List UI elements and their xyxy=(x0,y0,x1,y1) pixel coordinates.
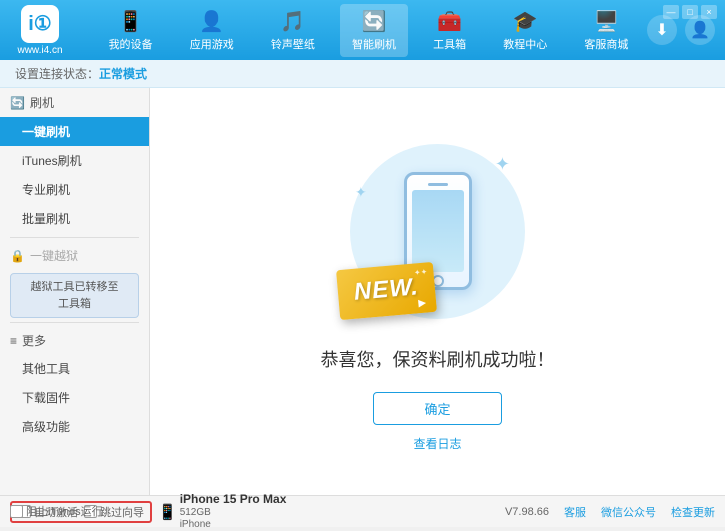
nav-tutorials[interactable]: 🎓 教程中心 xyxy=(491,4,559,57)
itunes-row: 阻止iTunes运行 xyxy=(10,503,103,519)
view-log-link[interactable]: 查看日志 xyxy=(413,435,461,452)
sidebar-toolbox-notice: 越狱工具已转移至工具箱 xyxy=(10,273,139,318)
device-name-label: iPhone 15 Pro Max xyxy=(180,492,287,506)
nav-service-icon: 🖥️ xyxy=(594,9,619,34)
more-section-label: 更多 xyxy=(22,332,46,349)
nav-service[interactable]: 🖥️ 客服商城 xyxy=(572,4,640,57)
sidebar-item-pro[interactable]: 专业刷机 xyxy=(0,175,149,204)
nav-tutorials-icon: 🎓 xyxy=(513,9,538,34)
device-type-label: iPhone xyxy=(180,519,287,531)
nav-apps-label: 应用游戏 xyxy=(190,36,234,52)
device-phone-icon: 📱 xyxy=(158,503,177,521)
nav-my-devices-icon: 📱 xyxy=(118,9,143,34)
nav-toolbox-icon: 🧰 xyxy=(437,9,462,34)
nav-my-devices[interactable]: 📱 我的设备 xyxy=(97,4,165,57)
phone-illustration: ✦ ✦ NEW. ✦✦ ▶ xyxy=(328,131,548,331)
nav-toolbox[interactable]: 🧰 工具箱 xyxy=(421,4,478,57)
logo: i① www.i4.cn xyxy=(10,5,70,56)
close-button[interactable]: × xyxy=(701,5,717,19)
nav-bar: 📱 我的设备 👤 应用游戏 🎵 铃声壁纸 🔄 智能刷机 🧰 工具箱 🎓 教程中心… xyxy=(90,4,647,57)
itunes-checkbox[interactable] xyxy=(10,505,23,518)
new-badge-text: NEW. xyxy=(352,273,419,307)
status-prefix: 设置连接状态： xyxy=(15,65,99,82)
nav-service-label: 客服商城 xyxy=(584,36,628,52)
new-badge-stars: ✦✦ xyxy=(413,267,427,277)
nav-apps-icon: 👤 xyxy=(199,9,224,34)
flash-section-icon: 🔄 xyxy=(10,96,25,110)
bottom-bar: 自动激活 跳过向导 📱 iPhone 15 Pro Max 512GB iPho… xyxy=(0,495,725,527)
nav-toolbox-label: 工具箱 xyxy=(433,36,466,52)
topbar-right-buttons: ⬇ 👤 xyxy=(647,15,715,45)
logo-text: www.i4.cn xyxy=(17,45,62,56)
sparkle-icon-2: ✦ xyxy=(355,184,367,201)
sidebar-item-download-firmware[interactable]: 下载固件 xyxy=(0,383,149,412)
download-button[interactable]: ⬇ xyxy=(647,15,677,45)
itunes-label: iTunes刷机 xyxy=(22,152,82,169)
maximize-button[interactable]: □ xyxy=(682,5,698,19)
nav-apps-games[interactable]: 👤 应用游戏 xyxy=(178,4,246,57)
device-storage-label: 512GB xyxy=(180,507,287,519)
sidebar-disabled-jailbreak: 🔒 一键越狱 xyxy=(0,242,149,269)
other-tools-label: 其他工具 xyxy=(22,360,70,377)
sidebar-item-other-tools[interactable]: 其他工具 xyxy=(0,354,149,383)
nav-smart-flash-label: 智能刷机 xyxy=(352,36,396,52)
nav-my-devices-label: 我的设备 xyxy=(109,36,153,52)
phone-speaker xyxy=(428,183,448,186)
customer-service-link[interactable]: 客服 xyxy=(564,504,586,520)
pro-label: 专业刷机 xyxy=(22,181,70,198)
check-update-link[interactable]: 检查更新 xyxy=(671,504,715,520)
more-section-icon: ≡ xyxy=(10,334,17,348)
advanced-label: 高级功能 xyxy=(22,418,70,435)
auto-guide-label: 跳过向导 xyxy=(100,504,144,520)
new-badge-arrow: ▶ xyxy=(417,298,426,310)
main-content: ✦ ✦ NEW. ✦✦ ▶ 恭喜您，保资料刷机成功啦！ 确定 查看日志 xyxy=(150,88,725,495)
bottom-right: V7.98.66 客服 微信公众号 检查更新 xyxy=(505,504,715,520)
nav-ringtones-label: 铃声壁纸 xyxy=(271,36,315,52)
jailbreak-label: 一键越狱 xyxy=(30,247,78,264)
sidebar: 🔄 刷机 一键刷机 iTunes刷机 专业刷机 批量刷机 🔒 一键越狱 越狱工具… xyxy=(0,88,150,495)
nav-smart-flash-icon: 🔄 xyxy=(362,9,387,34)
nav-ringtones[interactable]: 🎵 铃声壁纸 xyxy=(259,4,327,57)
wechat-link[interactable]: 微信公众号 xyxy=(601,504,656,520)
itunes-label: 阻止iTunes运行 xyxy=(26,503,103,519)
phone-screen xyxy=(412,190,464,272)
sidebar-section-flash: 🔄 刷机 xyxy=(0,88,149,117)
batch-label: 批量刷机 xyxy=(22,210,70,227)
nav-ringtones-icon: 🎵 xyxy=(280,9,305,34)
confirm-button[interactable]: 确定 xyxy=(373,392,501,425)
window-controls: — □ × xyxy=(663,5,717,19)
device-details: iPhone 15 Pro Max 512GB iPhone xyxy=(180,492,287,530)
sidebar-item-advanced[interactable]: 高级功能 xyxy=(0,412,149,441)
success-message: 恭喜您，保资料刷机成功啦！ xyxy=(321,346,555,372)
user-button[interactable]: 👤 xyxy=(685,15,715,45)
nav-tutorials-label: 教程中心 xyxy=(503,36,547,52)
download-firmware-label: 下载固件 xyxy=(22,389,70,406)
status-value: 正常模式 xyxy=(99,65,147,82)
jailbreak-icon: 🔒 xyxy=(10,249,25,263)
status-bar: 设置连接状态： 正常模式 xyxy=(0,60,725,88)
minimize-button[interactable]: — xyxy=(663,5,679,19)
nav-smart-flash[interactable]: 🔄 智能刷机 xyxy=(340,4,408,57)
version-label: V7.98.66 xyxy=(505,506,549,518)
sparkle-icon-1: ✦ xyxy=(495,154,510,175)
device-info-block: 📱 iPhone 15 Pro Max 512GB iPhone xyxy=(158,492,286,530)
one-click-label: 一键刷机 xyxy=(22,123,70,140)
flash-section-label: 刷机 xyxy=(30,94,54,111)
new-badge: NEW. ✦✦ ▶ xyxy=(336,262,437,320)
sidebar-item-batch[interactable]: 批量刷机 xyxy=(0,204,149,233)
sidebar-item-itunes[interactable]: iTunes刷机 xyxy=(0,146,149,175)
sidebar-item-one-click[interactable]: 一键刷机 xyxy=(0,117,149,146)
sidebar-section-more: ≡ 更多 xyxy=(0,327,149,354)
